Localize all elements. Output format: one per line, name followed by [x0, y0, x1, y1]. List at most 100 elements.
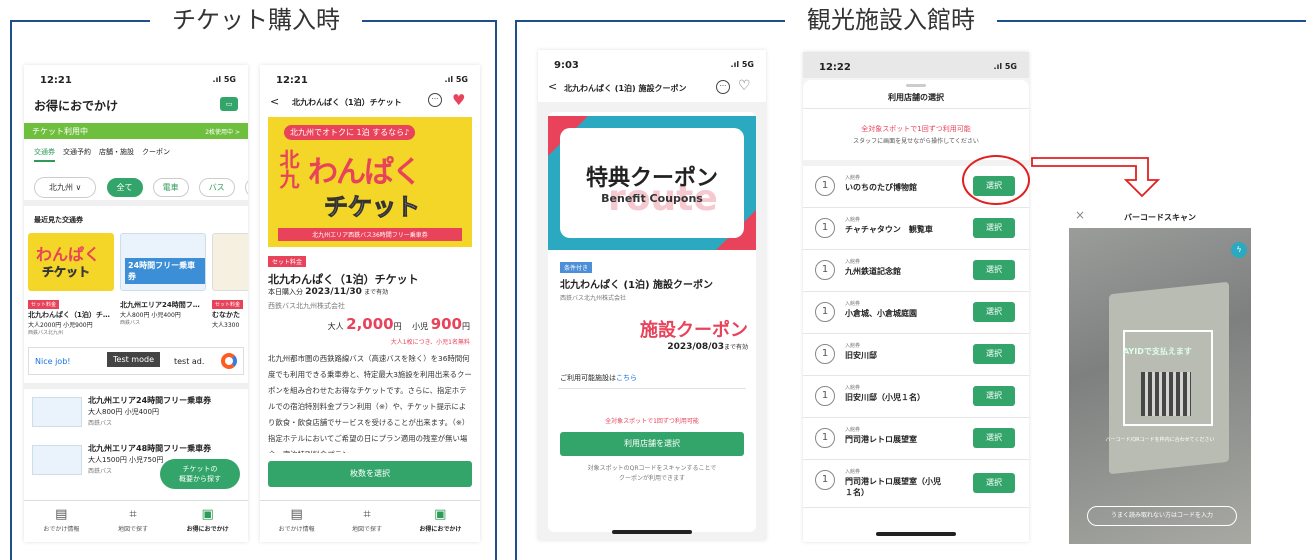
- select-button[interactable]: 選択: [973, 473, 1015, 493]
- back-button[interactable]: <: [270, 95, 279, 108]
- store-row: 1 入館券小倉城、小倉城庭園 選択: [803, 292, 1029, 334]
- store-row: 1 入館券 九州鉄道記念館 選択: [803, 250, 1029, 292]
- section-title-left: チケット購入時: [150, 5, 362, 35]
- admission-badge: 1: [815, 386, 835, 406]
- store-label: 入館券: [845, 175, 861, 181]
- admission-badge: 1: [815, 302, 835, 322]
- ad-banner[interactable]: Nice job! Test mode test ad.: [28, 347, 244, 375]
- chip-train[interactable]: 電車: [152, 178, 189, 197]
- nav-deals[interactable]: ▣ お得におでかけ: [419, 507, 461, 542]
- set-price-tag: セット料金: [268, 256, 307, 267]
- admission-badge: 1: [815, 218, 835, 238]
- status-signal: .ıl 5G: [730, 60, 754, 69]
- tab-transport[interactable]: 交通券: [34, 147, 55, 162]
- ticket-icon: ▣: [434, 507, 447, 522]
- available-link[interactable]: こちら: [616, 374, 637, 382]
- coupon-big-label: 施設クーポン: [640, 320, 748, 341]
- tab-shops[interactable]: 店舗・施設: [99, 147, 134, 162]
- phone-screen-home: 12:21 .ıl 5G お得におでかけ ▭ チケット利用中 2枚使用中 > 交通…: [24, 65, 248, 542]
- status-signal: .ıl 5G: [444, 75, 468, 84]
- recent-card[interactable]: セット料金 むなかた 大人3300: [212, 233, 248, 329]
- store-row: 1 入館券 旧安川邸 選択: [803, 334, 1029, 376]
- admission-badge: 1: [815, 260, 835, 280]
- ticket-icon[interactable]: ▭: [220, 97, 238, 111]
- select-button[interactable]: 選択: [973, 218, 1015, 238]
- phone-screen-store-select: 12:22 .ıl 5G 利用店舗の選択 全対象スポットで1回ずつ利用可能 スタッ…: [803, 52, 1029, 542]
- card-name: 北九わんぱく（1泊）チ…: [28, 311, 110, 319]
- banner-label: チケット利用中: [32, 127, 88, 136]
- store-row: 1 入館券 門司港レトロ展望室（小児 １名） 選択: [803, 460, 1029, 508]
- status-time: 12:22: [819, 62, 851, 73]
- list-name: 北九州エリア48時間フリー乗車券: [88, 444, 212, 453]
- status-time: 12:21: [276, 75, 308, 86]
- coupon-image: route 特典クーポン Benefit Coupons: [548, 116, 756, 250]
- list-company: 西鉄バス: [88, 420, 113, 427]
- newspaper-icon: ▤: [290, 507, 303, 522]
- store-row: 1 入館券 旧安川邸（小児１名） 選択: [803, 376, 1029, 418]
- barcode-scan-screen: × バーコードスキャン AYIDで支払えます バーコード/QRコードを枠内に合わ…: [1067, 204, 1253, 544]
- select-quantity-button[interactable]: 枚数を選択: [268, 461, 472, 487]
- region-select[interactable]: 北九州 ∨: [34, 177, 97, 198]
- yen: 円: [393, 322, 402, 331]
- valid-date: 2023/08/03: [667, 342, 724, 352]
- tab-reserve[interactable]: 交通予約: [63, 147, 91, 162]
- adult-price: 2,000: [346, 315, 394, 333]
- period-label: 本日購入分: [268, 288, 303, 296]
- find-ticket-fab[interactable]: チケットの 概要から探す: [160, 459, 240, 489]
- tab-coupon[interactable]: クーポン: [142, 147, 170, 162]
- favorite-heart-icon[interactable]: ♥: [452, 91, 465, 109]
- chip-all[interactable]: 全て: [106, 178, 143, 197]
- chip-ship[interactable]: 船: [244, 178, 248, 197]
- store-name: 九州鉄道記念館: [845, 267, 901, 276]
- hero-kita: 北九: [276, 149, 300, 189]
- store-name: 旧安川邸（小児１名）: [845, 393, 925, 402]
- card-price: 大人2000円 小児900円: [28, 322, 93, 329]
- more-icon[interactable]: ···: [428, 93, 442, 107]
- camera-view: AYIDで支払えます バーコード/QRコードを枠内に合わせてください ϟ うまく…: [1069, 228, 1251, 544]
- more-icon[interactable]: ···: [716, 80, 730, 94]
- nav-map[interactable]: ⌗ 地図で探す: [118, 507, 148, 542]
- store-label: 入館券: [845, 469, 861, 475]
- back-button[interactable]: <: [548, 80, 557, 93]
- recent-card[interactable]: わんぱく チケット セット料金 北九わんぱく（1泊）チ… 大人2000円 小児9…: [28, 233, 114, 336]
- yen: 円: [462, 322, 470, 331]
- card-company: 西鉄バス北九州: [28, 330, 64, 336]
- select-button[interactable]: 選択: [973, 302, 1015, 322]
- nav-map[interactable]: ⌗ 地図で探す: [352, 507, 382, 542]
- list-price: 大人1500円 小児750円: [88, 456, 164, 464]
- newspaper-icon: ▤: [55, 507, 68, 522]
- page-title: お得におでかけ: [34, 99, 119, 113]
- recent-card[interactable]: 24時間フリー乗車券 北九州エリア24時間フ… 大人800円 小児400円 西鉄…: [120, 233, 206, 326]
- nav-outing[interactable]: ▤ おでかけ情報: [279, 507, 315, 542]
- select-button[interactable]: 選択: [973, 260, 1015, 280]
- store-name: 小倉城、小倉城庭園: [845, 309, 917, 318]
- qr-code-icon: [1141, 372, 1191, 416]
- select-button[interactable]: 選択: [973, 386, 1015, 406]
- store-label: 入館券: [845, 301, 861, 307]
- card-price: 大人3300: [212, 322, 240, 329]
- nav-deals[interactable]: ▣ お得におでかけ: [187, 507, 229, 542]
- select-button[interactable]: 選択: [973, 344, 1015, 364]
- manual-entry-button[interactable]: うまく読み取れない方はコードを入力: [1087, 506, 1237, 526]
- store-row: 1 入館券 門司港レトロ展望室 選択: [803, 418, 1029, 460]
- chip-bus[interactable]: バス: [198, 178, 235, 197]
- page-title: 北九わんぱく (1泊) 施設クーポン: [564, 84, 687, 93]
- store-name: いのちのたび博物館: [845, 183, 917, 192]
- store-label: 入館券: [845, 217, 861, 223]
- phone-screen-coupon: 9:03 .ıl 5G < 北九わんぱく (1泊) 施設クーポン ··· ♡ ro…: [538, 50, 766, 540]
- ad-logo-icon: [221, 353, 237, 369]
- home-indicator: [876, 532, 956, 536]
- select-store-button[interactable]: 利用店舗を選択: [560, 432, 744, 456]
- ad-mode: Test mode: [107, 352, 160, 367]
- child-price: 900: [430, 315, 462, 333]
- select-button[interactable]: 選択: [973, 428, 1015, 448]
- in-use-banner[interactable]: チケット利用中 2枚使用中 >: [24, 123, 248, 139]
- flashlight-button[interactable]: ϟ: [1231, 242, 1247, 258]
- list-company: 西鉄バス: [88, 468, 113, 475]
- nav-outing[interactable]: ▤ おでかけ情報: [43, 507, 79, 542]
- list-item[interactable]: 北九州エリア24時間フリー乗車券 大人800円 小児400円 西鉄バス: [32, 395, 244, 435]
- adult-label: 大人: [327, 322, 344, 331]
- sheet-handle[interactable]: [906, 84, 926, 87]
- card-company: 西鉄バス: [120, 320, 141, 326]
- favorite-heart-icon[interactable]: ♡: [738, 78, 751, 94]
